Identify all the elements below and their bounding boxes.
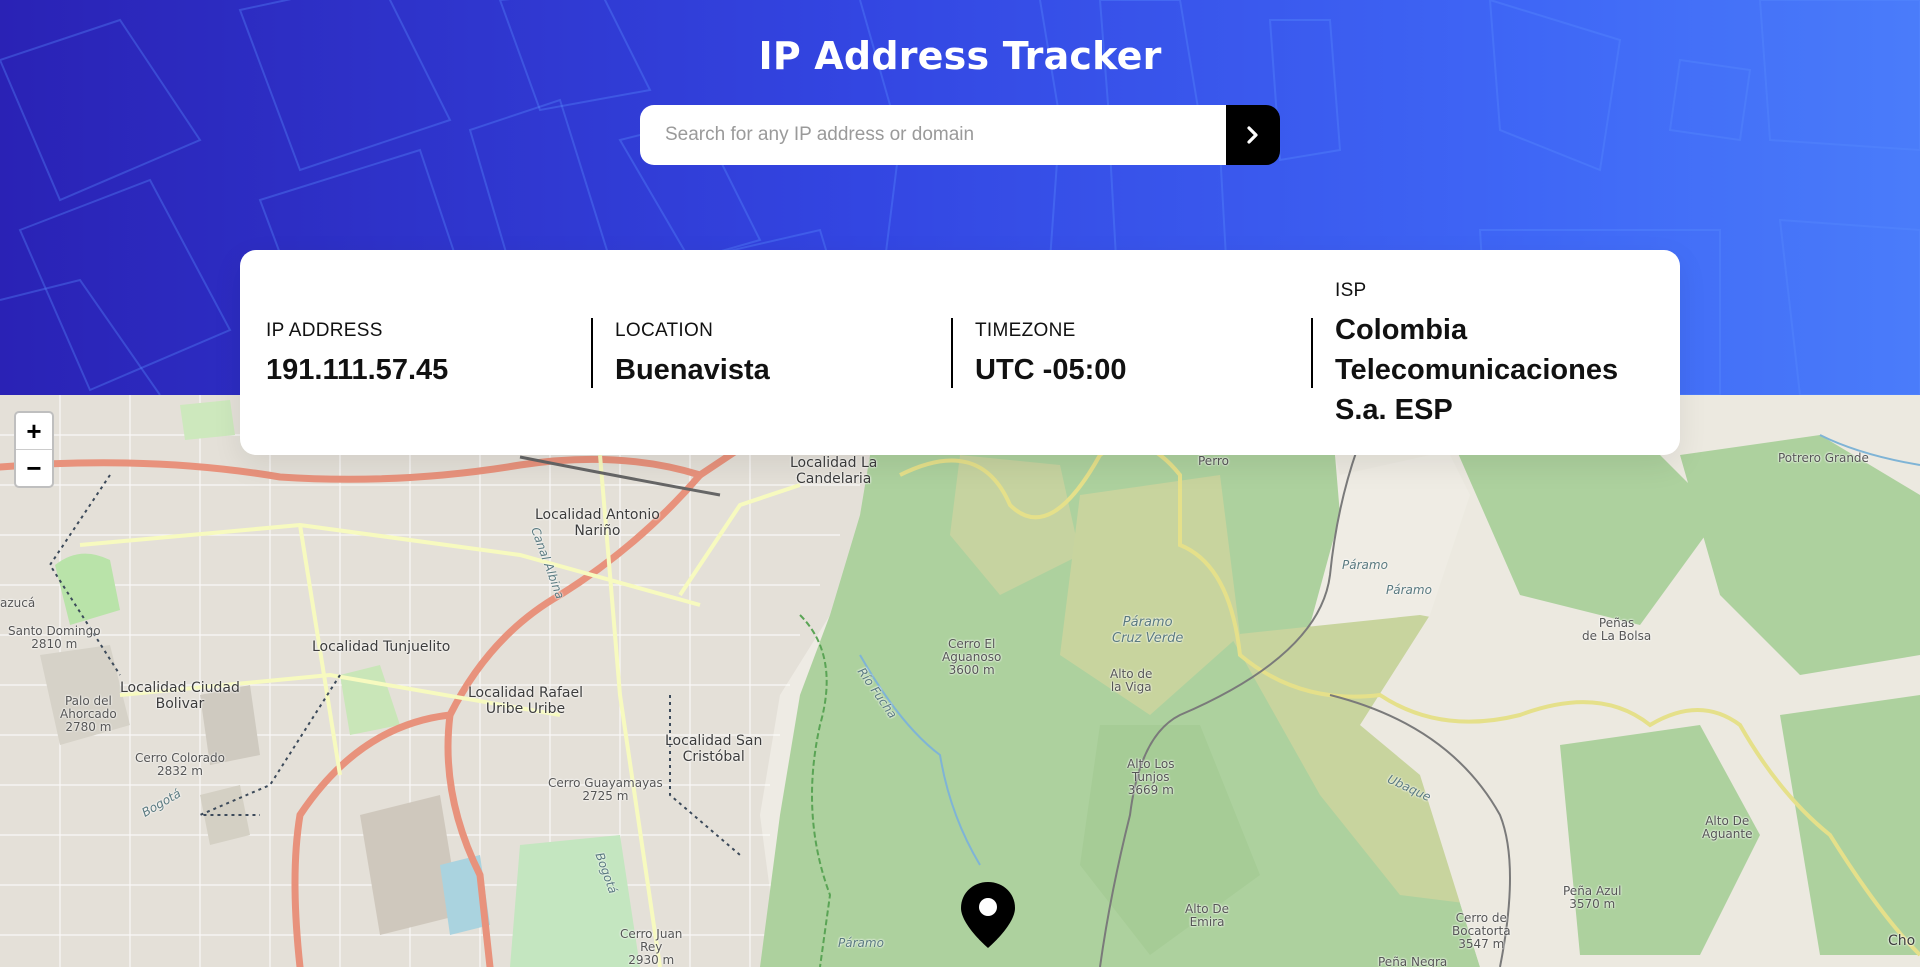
map-label: Cerro Guayamayas 2725 m <box>548 776 663 803</box>
map-label: Localidad Tunjuelito <box>312 639 451 655</box>
map-label: Alto De Emira <box>1185 902 1230 929</box>
map-label: Peña Negra <box>1378 955 1448 967</box>
divider <box>591 318 593 388</box>
ip-address-value: 191.111.57.45 <box>266 354 449 386</box>
timezone-section: TIMEZONE UTC -05:00 <box>975 250 1335 455</box>
map-label: Peña Azul 3570 m <box>1563 884 1622 911</box>
page-title: IP Address Tracker <box>758 34 1162 78</box>
search-submit-button[interactable] <box>1226 105 1280 165</box>
chevron-right-icon <box>1247 126 1258 144</box>
map-label: Localidad Rafael Uribe Uribe <box>468 685 583 717</box>
location-section: LOCATION Buenavista <box>615 250 975 455</box>
zoom-in-button[interactable]: + <box>16 413 52 449</box>
map-label: Páramo <box>1342 558 1388 572</box>
timezone-label: TIMEZONE <box>975 320 1076 341</box>
ip-address-section: IP ADDRESS 191.111.57.45 <box>266 250 596 455</box>
isp-value-line: Colombia <box>1335 314 1468 346</box>
map-label: Potrero Grande <box>1778 451 1869 465</box>
map-label: Localidad Ciudad Bolivar <box>120 680 240 712</box>
map-label: Cerro de Bocatorta 3547 m <box>1452 911 1511 951</box>
isp-value-line: S.a. ESP <box>1335 394 1453 426</box>
map-label: Cerro Juan Rey 2930 m <box>620 927 683 967</box>
isp-value-line: Telecomunicaciones <box>1335 354 1619 386</box>
map-label: Alto Los Tunjos 3669 m <box>1127 757 1175 797</box>
ip-info-card: IP ADDRESS 191.111.57.45 LOCATION Buenav… <box>240 250 1680 455</box>
divider <box>951 318 953 388</box>
map-label: Cerro Colorado 2832 m <box>135 751 225 778</box>
ip-address-label: IP ADDRESS <box>266 320 383 341</box>
map-label: Peñas de La Bolsa <box>1582 616 1652 643</box>
map-label: Localidad Antonio Nariño <box>535 507 660 539</box>
map-label: Perro <box>1198 454 1229 468</box>
location-pin-icon[interactable] <box>958 880 1018 950</box>
map-label: Alto de la Viga <box>1110 667 1153 694</box>
search-input[interactable] <box>640 105 1226 165</box>
map-label: Palo del Ahorcado 2780 m <box>60 694 117 734</box>
map-label: Cho <box>1888 933 1916 949</box>
timezone-value: UTC -05:00 <box>975 354 1127 386</box>
map-label: azucá <box>0 596 36 610</box>
search-bar <box>640 105 1280 165</box>
location-label: LOCATION <box>615 320 714 341</box>
map-label: Páramo <box>1386 583 1432 597</box>
zoom-control: + − <box>14 411 54 488</box>
zoom-out-button[interactable]: − <box>16 449 52 486</box>
divider <box>1311 318 1313 388</box>
isp-label: ISP <box>1335 280 1367 301</box>
map-label: Localidad San Cristóbal <box>665 733 763 765</box>
isp-section: ISP Colombia Telecomunicaciones S.a. ESP <box>1335 250 1665 455</box>
map-label: Santo Domingo 2810 m <box>8 624 101 651</box>
map-label: Páramo <box>838 936 884 950</box>
map-label: Páramo Cruz Verde <box>1112 615 1184 646</box>
map-label: Alto De Aguante <box>1702 814 1753 841</box>
map-label: Cerro El Aguanoso 3600 m <box>942 637 1002 677</box>
map-label: Localidad La Candelaria <box>790 455 878 487</box>
location-value: Buenavista <box>615 354 770 386</box>
